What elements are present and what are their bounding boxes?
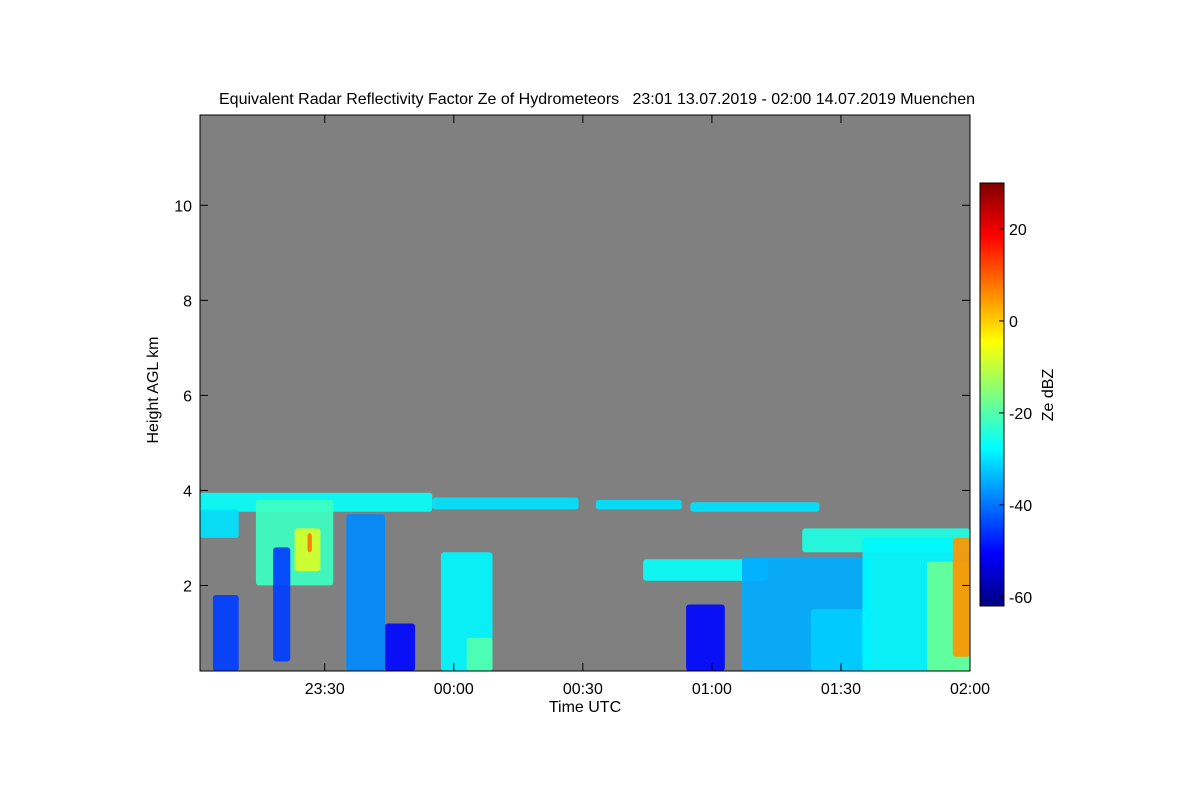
echo-region-5 (432, 497, 579, 510)
colorbar-tick-label: -60 (1009, 590, 1032, 607)
echo-region-6 (212, 595, 239, 671)
colorbar-tick-label: 0 (1009, 314, 1018, 331)
echo-region-4 (307, 533, 312, 553)
colorbar-label: Ze dBZ (1040, 369, 1057, 422)
echo-region-17 (810, 609, 867, 671)
colorbar-tick-label: -20 (1009, 406, 1032, 423)
x-tick-label: 23:30 (305, 681, 345, 698)
echo-region-11 (466, 637, 493, 671)
echo-region-8 (346, 514, 385, 671)
colorbar (980, 183, 1004, 606)
echo-region-7 (273, 547, 291, 662)
y-tick-label: 8 (183, 293, 192, 310)
y-axis-label: Height AGL km (145, 336, 162, 443)
x-tick-label: 00:00 (434, 681, 474, 698)
x-tick-label: 02:00 (950, 681, 990, 698)
echo-region-1 (200, 509, 239, 538)
echo-region-2 (255, 499, 334, 586)
colorbar-tick-label: -40 (1009, 498, 1032, 515)
y-tick-label: 2 (183, 578, 192, 595)
echo-region-15 (686, 604, 725, 671)
chart-title: Equivalent Radar Reflectivity Factor Ze … (219, 91, 975, 108)
y-tick-label: 10 (174, 198, 192, 215)
radar-reflectivity-chart: Equivalent Radar Reflectivity Factor Ze … (145, 91, 1057, 716)
echo-region-3 (294, 528, 321, 572)
echo-region-12 (595, 499, 682, 510)
colorbar-tick-label: 20 (1009, 222, 1027, 239)
y-tick-label: 6 (183, 388, 192, 405)
x-tick-label: 01:30 (821, 681, 861, 698)
x-axis-label: Time UTC (549, 699, 621, 716)
echo-region-9 (385, 623, 416, 671)
echo-region-21 (952, 537, 970, 657)
x-tick-label: 01:00 (692, 681, 732, 698)
y-tick-label: 4 (183, 483, 192, 500)
echo-region-13 (690, 502, 820, 512)
x-tick-label: 00:30 (563, 681, 603, 698)
